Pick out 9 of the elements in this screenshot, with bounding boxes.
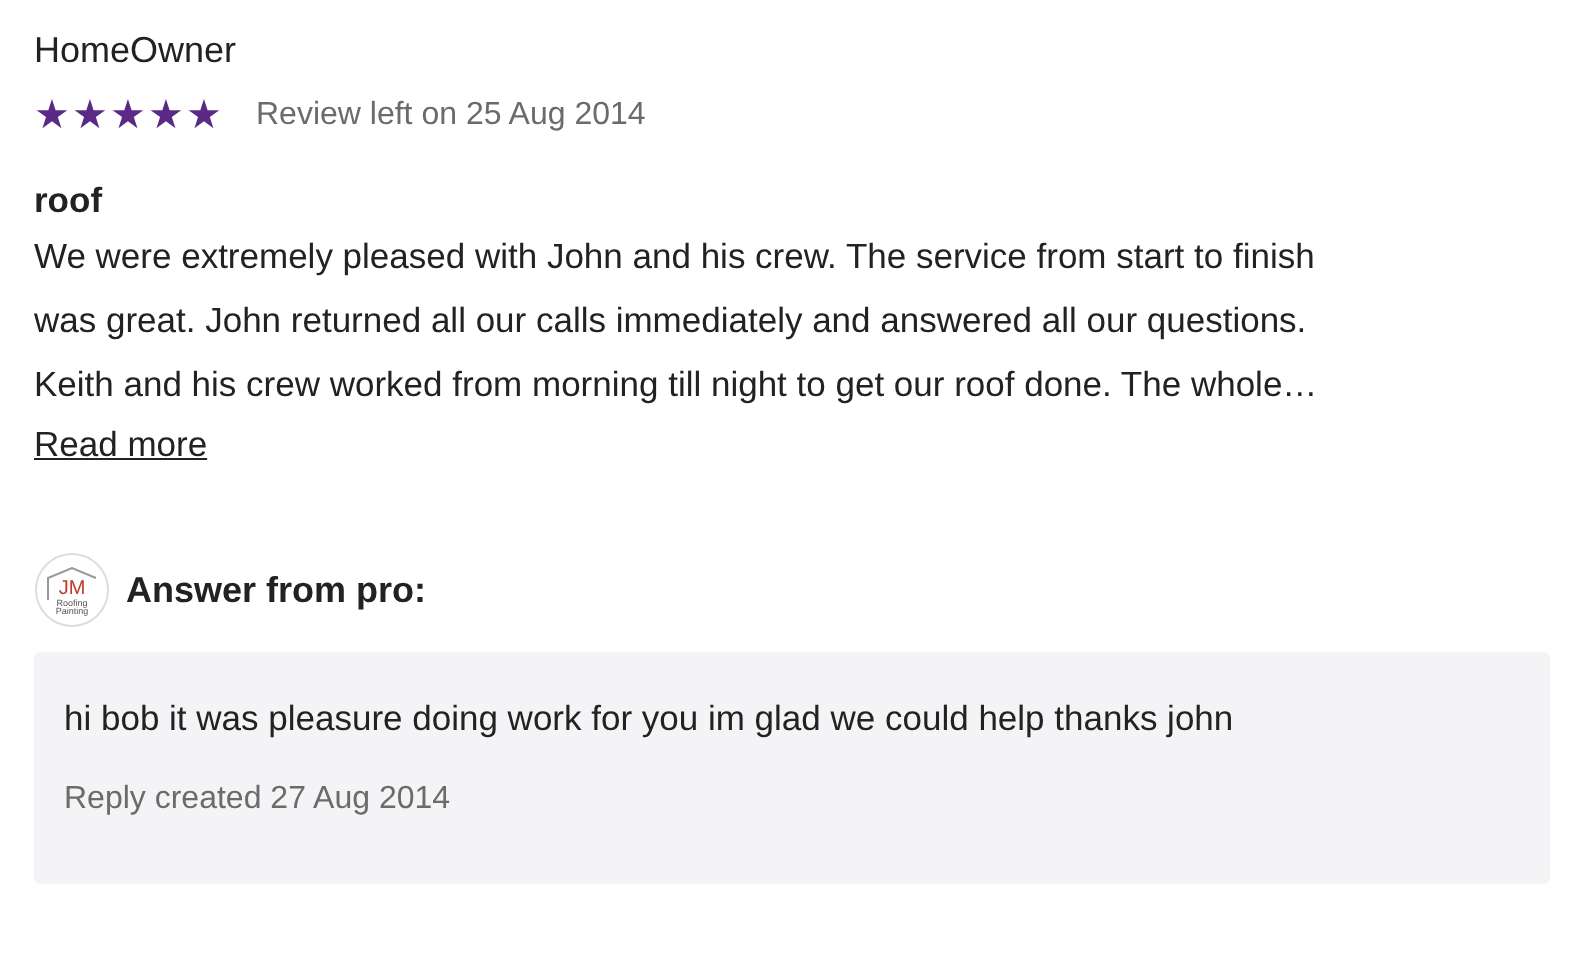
answer-heading: Answer from pro: bbox=[126, 567, 427, 614]
reply-date: Reply created 27 Aug 2014 bbox=[64, 780, 453, 821]
review-title: roof bbox=[34, 178, 105, 224]
review-text: We were extremely pleased with John and his crew. The service from start to finish was great. John returned all our calls immediately and answered all our questions. Keith and his crew worked from morning till night to get our roof done. The whole… bbox=[34, 234, 1320, 408]
reviewer-name: HomeOwner bbox=[34, 28, 239, 74]
read-more-link[interactable]: Read more bbox=[34, 424, 208, 464]
answer-text: hi bob it was pleasure doing work for you im glad we could help thanks john bbox=[64, 696, 1236, 742]
review-date: Review left on 25 Aug 2014 bbox=[256, 96, 646, 136]
star-rating: ★★★★★ bbox=[34, 96, 224, 136]
